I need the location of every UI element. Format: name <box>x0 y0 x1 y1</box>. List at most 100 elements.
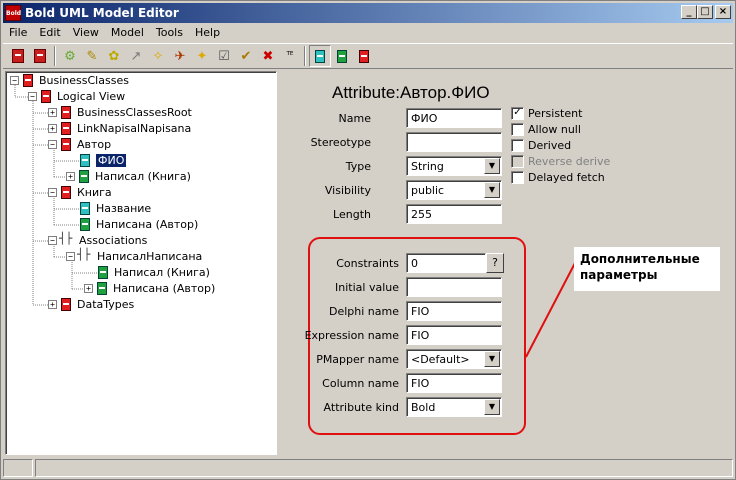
collapse-toggle[interactable]: − <box>28 91 37 101</box>
persistent-checkbox[interactable]: ✓ Persistent <box>511 107 582 120</box>
checkmark-icon[interactable]: ✓ <box>511 107 524 120</box>
checkbox-box[interactable] <box>511 139 524 152</box>
type-value: String <box>411 160 444 173</box>
collapse-toggle[interactable]: − <box>10 75 19 85</box>
class-icon <box>61 121 71 135</box>
consistency-check-icon[interactable]: ✔ <box>235 45 257 67</box>
model-tree[interactable]: − BusinessClasses − Logical View + Busin… <box>5 71 277 455</box>
delphi-name-field[interactable]: FIO <box>406 301 502 321</box>
name-field[interactable]: ФИО <box>406 108 502 128</box>
new-role-icon[interactable]: ✦ <box>191 45 213 67</box>
tree-node-associations[interactable]: − Associations <box>48 232 147 248</box>
minimize-button[interactable]: _ <box>681 5 697 19</box>
tree-node-nazvanie[interactable]: Название <box>80 200 151 216</box>
new-attribute-icon[interactable]: ✧ <box>147 45 169 67</box>
class-icon <box>61 137 71 151</box>
tree-node-avtor[interactable]: − Автор <box>48 136 111 152</box>
tree-node-businessclassesroot[interactable]: + BusinessClassesRoot <box>48 104 192 120</box>
menu-model[interactable]: Model <box>105 24 150 42</box>
expand-toggle[interactable]: + <box>48 123 57 133</box>
reverse-derive-checkbox: Reverse derive <box>511 155 610 168</box>
window-controls: _ □ × <box>681 5 731 19</box>
status-panel <box>3 459 33 477</box>
allow-null-checkbox[interactable]: Allow null <box>511 123 581 136</box>
status-panel <box>35 459 733 477</box>
menu-view[interactable]: View <box>67 24 105 42</box>
attribute-kind-combobox[interactable]: Bold ▼ <box>406 397 502 417</box>
tree-node-kniga[interactable]: − Книга <box>48 184 112 200</box>
menu-file[interactable]: File <box>3 24 33 42</box>
constraints-field[interactable]: 0 <box>406 253 486 273</box>
expand-toggle[interactable]: + <box>84 283 93 293</box>
tree-node-fio[interactable]: ФИО <box>80 152 127 168</box>
collapse-toggle[interactable]: − <box>48 235 57 245</box>
tree-node-napisalnapisana[interactable]: − НаписалНаписана <box>66 248 202 264</box>
tree-node-label: BusinessClassesRoot <box>77 105 192 119</box>
new-package-icon[interactable]: ✿ <box>103 45 125 67</box>
expand-toggle[interactable]: + <box>48 107 57 117</box>
derived-checkbox[interactable]: Derived <box>511 139 571 152</box>
pmapper-name-label: PMapper name <box>316 353 399 366</box>
constraints-edit-button[interactable]: ? <box>486 253 504 273</box>
panel-splitter[interactable] <box>278 71 282 455</box>
expand-toggle[interactable]: + <box>66 171 75 181</box>
tagged-values-icon[interactable]: ᵀᴱ <box>279 45 301 67</box>
tree-node-label: Logical View <box>57 89 126 103</box>
view-tree-icon[interactable] <box>309 45 331 67</box>
delayed-fetch-checkbox[interactable]: Delayed fetch <box>511 171 605 184</box>
tree-node-napisal-kniga[interactable]: + Написал (Книга) <box>66 168 191 184</box>
persistent-label: Persistent <box>528 107 583 120</box>
collapse-toggle[interactable]: − <box>48 187 57 197</box>
view-split-icon[interactable] <box>331 45 353 67</box>
tree-node-napisana-avtor[interactable]: Написана (Автор) <box>80 216 198 232</box>
checkbox-box[interactable] <box>511 171 524 184</box>
app-icon[interactable]: Bold <box>5 5 21 21</box>
new-association-icon[interactable]: ↗ <box>125 45 147 67</box>
new-class-icon[interactable]: ✎ <box>81 45 103 67</box>
pmapper-name-combobox[interactable]: <Default> ▼ <box>406 349 502 369</box>
expand-toggle[interactable]: + <box>48 299 57 309</box>
new-method-icon[interactable]: ✈ <box>169 45 191 67</box>
close-button[interactable]: × <box>715 5 731 19</box>
collapse-toggle[interactable]: − <box>48 139 57 149</box>
collapse-toggle[interactable]: − <box>66 251 75 261</box>
validate-icon[interactable]: ☑ <box>213 45 235 67</box>
maximize-button[interactable]: □ <box>697 5 713 19</box>
tree-node-logical-view[interactable]: − Logical View <box>28 88 125 104</box>
title-bar[interactable]: Bold Bold UML Model Editor _ □ × <box>3 3 733 23</box>
tree-node-napisal-kniga-role[interactable]: Написал (Книга) <box>98 264 210 280</box>
tree-node-label: LinkNapisalNapisana <box>77 121 192 135</box>
open-model-icon[interactable] <box>7 45 29 67</box>
view-detail-icon[interactable] <box>353 45 375 67</box>
save-model-icon[interactable] <box>29 45 51 67</box>
checkbox-box[interactable] <box>511 123 524 136</box>
column-name-field[interactable]: FIO <box>406 373 502 393</box>
expression-name-label: Expression name <box>304 329 399 342</box>
generate-code-icon[interactable]: ⚙ <box>59 45 81 67</box>
tree-node-datatypes[interactable]: + DataTypes <box>48 296 134 312</box>
chevron-down-icon[interactable]: ▼ <box>484 399 500 415</box>
expression-name-field[interactable]: FIO <box>406 325 502 345</box>
attribute-kind-value: Bold <box>411 401 436 414</box>
tree-node-napisana-avtor-role[interactable]: + Написана (Автор) <box>84 280 215 296</box>
chevron-down-icon[interactable]: ▼ <box>484 158 500 174</box>
tree-node-linknapisalnapisana[interactable]: + LinkNapisalNapisana <box>48 120 191 136</box>
menu-tools[interactable]: Tools <box>150 24 189 42</box>
attribute-kind-label: Attribute kind <box>323 401 399 414</box>
chevron-down-icon[interactable]: ▼ <box>484 351 500 367</box>
tree-node-businessclasses[interactable]: − BusinessClasses <box>10 72 129 88</box>
chevron-down-icon[interactable]: ▼ <box>484 182 500 198</box>
reverse-derive-label: Reverse derive <box>528 155 611 168</box>
visibility-label: Visibility <box>324 184 371 197</box>
visibility-combobox[interactable]: public ▼ <box>406 180 502 200</box>
attribute-title: Attribute:Автор.ФИО <box>332 83 490 102</box>
menu-help[interactable]: Help <box>189 24 226 42</box>
attribute-icon <box>80 201 90 215</box>
stereotype-field[interactable] <box>406 132 502 152</box>
column-name-label: Column name <box>322 377 399 390</box>
type-combobox[interactable]: String ▼ <box>406 156 502 176</box>
delete-icon[interactable]: ✖ <box>257 45 279 67</box>
length-field[interactable]: 255 <box>406 204 502 224</box>
initial-value-field[interactable] <box>406 277 502 297</box>
menu-edit[interactable]: Edit <box>33 24 66 42</box>
